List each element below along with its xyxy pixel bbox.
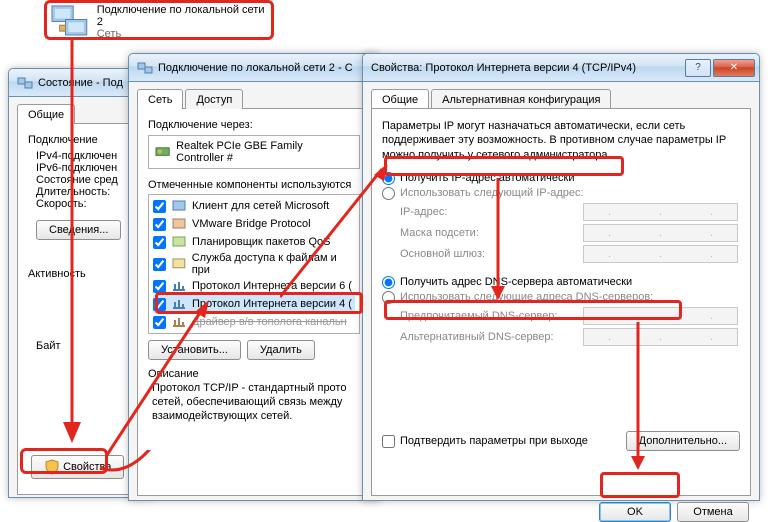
tab-network[interactable]: Сеть (137, 89, 183, 109)
dns1-input: ... (583, 307, 738, 325)
client-icon (171, 198, 187, 214)
ip-label: IP-адрес: (400, 206, 575, 218)
description-label: Описание (148, 368, 360, 380)
ipv4-icon (171, 296, 187, 312)
help-button[interactable]: ? (685, 59, 711, 77)
radio-auto-dns[interactable]: Получить адрес DNS-сервера автоматически (382, 276, 740, 289)
component-check[interactable] (153, 334, 166, 335)
intro-text: Параметры IP могут назначаться автоматич… (382, 119, 740, 162)
component-check[interactable] (153, 218, 166, 231)
adapter-name: Realtek PCIe GBE Family Controller # (176, 140, 353, 164)
tab-access[interactable]: Доступ (185, 89, 243, 109)
component-check[interactable] (153, 280, 166, 293)
dns2-label: Альтернативный DNS-сервер: (400, 331, 575, 343)
props-title: Подключение по локальной сети 2 - С (158, 62, 375, 74)
connection-sub: Сеть (97, 28, 268, 40)
bytes-label: Байт (28, 340, 133, 352)
gateway-input: ... (583, 245, 738, 263)
gateway-label: Основной шлюз: (400, 248, 575, 260)
status-row: Состояние сред (36, 174, 133, 186)
component-item[interactable]: Драйвер в/в тополога канальн (153, 313, 355, 331)
status-row: IPv4-подключен (36, 150, 133, 162)
ipv6-icon (171, 278, 187, 294)
components-label: Отмеченные компоненты используются (148, 179, 360, 191)
uninstall-button[interactable]: Удалить (247, 340, 315, 360)
status-row: Скорость: (36, 198, 133, 210)
component-check[interactable] (153, 236, 166, 249)
driver-icon (171, 314, 187, 330)
status-row: IPv6-подключен (36, 162, 133, 174)
cancel-button[interactable]: Отмена (677, 502, 749, 522)
radio-auto-ip[interactable]: Получить IP-адрес автоматически (382, 172, 740, 185)
advanced-button[interactable]: Дополнительно... (626, 431, 740, 451)
section-connection: Подключение (28, 134, 133, 146)
component-item[interactable]: VMware Bridge Protocol (153, 215, 355, 233)
ip-input: ... (583, 203, 738, 221)
component-check[interactable] (153, 316, 166, 329)
tab-alternative[interactable]: Альтернативная конфигурация (431, 89, 611, 109)
connection-icon (137, 60, 153, 76)
validate-checkbox[interactable]: Подтвердить параметры при выходе (382, 434, 588, 449)
fileshare-icon (171, 256, 187, 272)
tab-general[interactable]: Общие (371, 89, 429, 109)
connection-icon (17, 75, 33, 91)
dns1-label: Предпочитаемый DNS-сервер: (400, 310, 575, 322)
dns2-input: ... (583, 328, 738, 346)
mask-input: ... (583, 224, 738, 242)
ok-button[interactable]: OK (599, 502, 671, 522)
responder-icon (171, 332, 187, 334)
mask-label: Маска подсети: (400, 227, 575, 239)
component-item[interactable]: Клиент для сетей Microsoft (153, 197, 355, 215)
component-check[interactable] (153, 298, 166, 311)
ipv4-properties-dialog: Свойства: Протокол Интернета версии 4 (T… (362, 53, 760, 501)
ipv4-title: Свойства: Протокол Интернета версии 4 (T… (371, 62, 683, 74)
component-item[interactable]: Служба доступа к файлам и при (153, 251, 355, 277)
component-item[interactable]: Планировщик пакетов QoS (153, 233, 355, 251)
component-check[interactable] (153, 258, 166, 271)
close-button[interactable]: ✕ (713, 59, 755, 77)
connection-name: Подключение по локальной сети 2 (97, 4, 268, 28)
install-button[interactable]: Установить... (148, 340, 241, 360)
radio-manual-ip[interactable]: Использовать следующий IP-адрес: (382, 187, 740, 200)
section-activity: Активность (28, 268, 133, 280)
component-item[interactable]: Ответчик обнаружения тополог (153, 331, 355, 334)
connection-properties-dialog: Подключение по локальной сети 2 - С Сеть… (128, 53, 380, 501)
shield-icon (44, 459, 60, 475)
details-button[interactable]: Сведения... (36, 220, 121, 240)
network-icon (50, 4, 89, 40)
qos-icon (171, 234, 187, 250)
connect-via-label: Подключение через: (148, 119, 360, 131)
description-text: Протокол TCP/IP - стандартный прото сете… (148, 380, 360, 425)
component-item[interactable]: Протокол Интернета версии 6 ( (153, 277, 355, 295)
status-row: Длительность: (36, 186, 133, 198)
network-connection-item[interactable]: Подключение по локальной сети 2 Сеть (44, 0, 274, 44)
properties-button[interactable]: Свойства (31, 455, 124, 479)
adapter-icon (155, 144, 170, 160)
component-check[interactable] (153, 200, 166, 213)
component-item[interactable]: Протокол Интернета версии 4 ( (153, 295, 355, 313)
bridge-icon (171, 216, 187, 232)
tab-general[interactable]: Общие (17, 104, 75, 124)
radio-manual-dns[interactable]: Использовать следующие адреса DNS-сервер… (382, 291, 740, 304)
